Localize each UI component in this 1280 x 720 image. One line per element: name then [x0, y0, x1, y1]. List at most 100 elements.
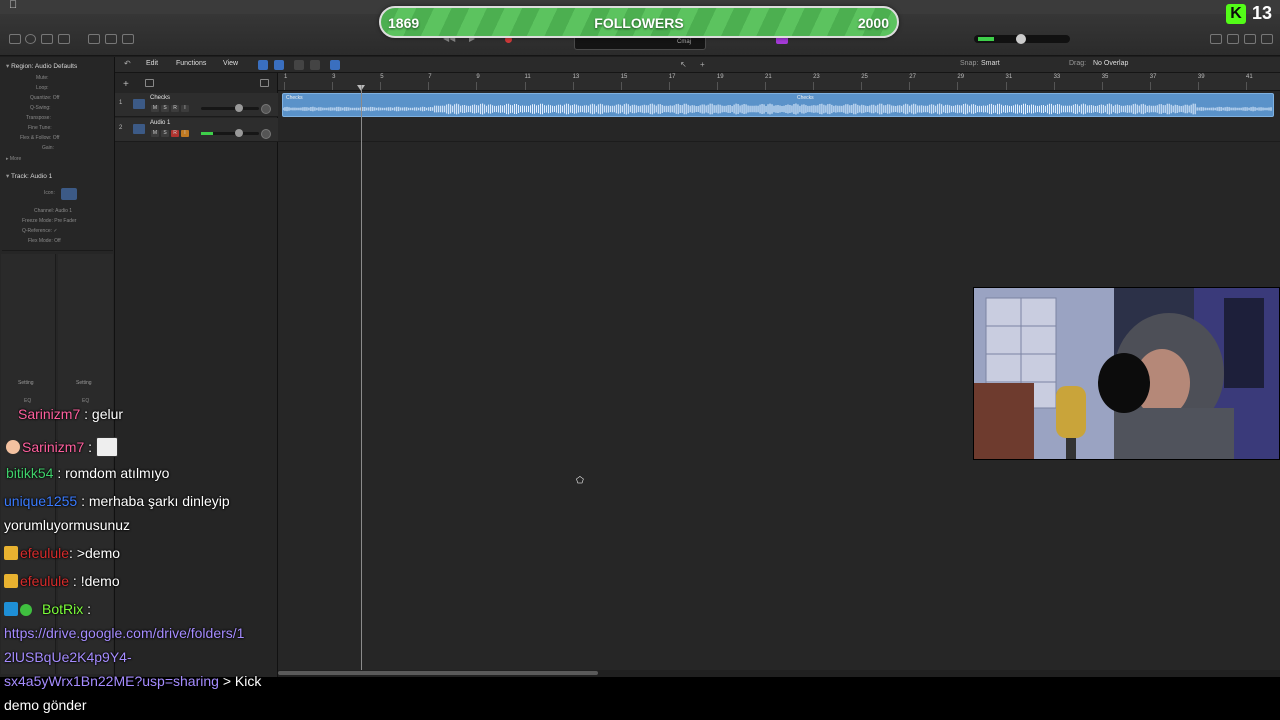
- toolbar-button[interactable]: [41, 34, 53, 44]
- drag-select[interactable]: No Overlap: [1093, 60, 1128, 67]
- master-volume-slider[interactable]: [974, 34, 1070, 44]
- track-lane-audio1[interactable]: [278, 118, 1280, 142]
- avatar-badge-icon: [6, 440, 20, 454]
- bar-tick: [668, 82, 670, 90]
- mixer-button[interactable]: [88, 34, 100, 44]
- list-editors-right-button[interactable]: [1210, 34, 1222, 44]
- chat-username: bitikk54: [6, 465, 54, 481]
- emote-icon: [95, 437, 118, 457]
- automation-icon[interactable]: [294, 60, 304, 70]
- chat-username: efeulule: [20, 545, 70, 561]
- region-label: Checks: [797, 95, 814, 101]
- solo-button[interactable]: S: [161, 130, 169, 137]
- setting-button-left[interactable]: Setting: [18, 380, 34, 386]
- bar-number: 5: [380, 74, 384, 80]
- more-disclosure[interactable]: ▸ More: [6, 156, 21, 162]
- pan-knob[interactable]: [261, 129, 271, 139]
- playhead[interactable]: [361, 85, 362, 670]
- pointer-tool-icon[interactable]: ↖: [680, 60, 687, 69]
- region-param[interactable]: Quantize: Off: [30, 95, 59, 101]
- track-header[interactable]: 2 Audio 1 M S R I: [115, 118, 278, 142]
- bar-number: 19: [716, 74, 724, 80]
- track-header[interactable]: 1 Checks M S R I: [115, 93, 278, 117]
- region-param[interactable]: Gain:: [42, 145, 54, 151]
- audio-region[interactable]: Checks Checks: [282, 93, 1274, 117]
- chat-link[interactable]: 2lUSBqUe2K4p9Y4-: [4, 649, 132, 665]
- region-param[interactable]: Fine Tune:: [28, 125, 52, 131]
- library-button[interactable]: [9, 34, 21, 44]
- pencil-tool-icon[interactable]: +: [700, 60, 705, 69]
- tracks-area-toolbar: ↶ Edit Functions View Snap: Smart Drag: …: [115, 57, 1280, 73]
- catch-playhead-icon[interactable]: [330, 60, 340, 70]
- chat-message-continued: demo gönder: [4, 697, 87, 713]
- followers-title: FOLLOWERS: [594, 15, 684, 31]
- master-volume-knob[interactable]: [1016, 34, 1026, 44]
- editors-button[interactable]: [105, 34, 117, 44]
- track-param[interactable]: Q-Reference: ✓: [22, 228, 58, 234]
- mute-button[interactable]: M: [151, 130, 159, 137]
- region-param[interactable]: Flex & Follow: Off: [20, 135, 59, 141]
- track-icon[interactable]: [61, 188, 77, 200]
- region-inspector-header[interactable]: ▾ Region: Audio Defaults: [6, 62, 77, 70]
- bar-tick: [284, 82, 285, 90]
- edit-menu[interactable]: Edit: [146, 60, 158, 67]
- eq-button-right[interactable]: EQ: [82, 398, 89, 404]
- horizontal-scrollbar[interactable]: [278, 670, 1280, 677]
- bar-tick: [524, 82, 526, 90]
- region-param[interactable]: Q-Swing:: [30, 105, 51, 111]
- track-name[interactable]: Checks: [150, 95, 170, 101]
- smart-controls-button[interactable]: [58, 34, 70, 44]
- input-monitor-button[interactable]: I: [181, 130, 189, 137]
- pan-knob[interactable]: [261, 104, 271, 114]
- mute-button[interactable]: M: [151, 105, 159, 112]
- track-volume-slider[interactable]: [201, 104, 259, 112]
- help-button[interactable]: [25, 34, 36, 44]
- chat-text: merhaba şarkı dinleyip: [88, 493, 230, 509]
- chat-username: unique1255: [4, 493, 78, 509]
- chat-username: BotRix: [42, 601, 84, 617]
- grid-view-icon[interactable]: [258, 60, 268, 70]
- track-param[interactable]: Channel: Audio 1: [34, 208, 72, 214]
- view-menu[interactable]: View: [223, 60, 238, 67]
- region-param[interactable]: Loop:: [36, 85, 49, 91]
- list-view-icon[interactable]: [274, 60, 284, 70]
- loop-browser-button[interactable]: [1244, 34, 1256, 44]
- bar-number: 37: [1149, 74, 1157, 80]
- bar-number: 3: [332, 74, 336, 80]
- chat-link[interactable]: sx4a5yWrx1Bn22ME?usp=sharing: [4, 673, 219, 689]
- chat-text: demo gönder: [4, 697, 87, 713]
- record-enable-button[interactable]: R: [171, 105, 179, 112]
- chat-link[interactable]: https://drive.google.com/drive/folders/1: [4, 625, 244, 641]
- snap-select[interactable]: Smart: [981, 60, 1000, 67]
- track-volume-slider[interactable]: [201, 129, 259, 137]
- list-editors-button[interactable]: [122, 34, 134, 44]
- pointer-cursor-icon: ⬠: [576, 475, 584, 485]
- track-param[interactable]: Freeze Mode: Pre Fader: [22, 218, 76, 224]
- volume-knob[interactable]: [235, 129, 243, 137]
- track-name[interactable]: Audio 1: [150, 120, 170, 126]
- browser-button[interactable]: [1261, 34, 1273, 44]
- track-inspector-header[interactable]: ▾ Track: Audio 1: [6, 172, 52, 180]
- track-param[interactable]: Flex Mode: Off: [28, 238, 61, 244]
- chat-username: Sarinizm7: [18, 406, 81, 422]
- back-arrow-icon[interactable]: ↶: [124, 59, 131, 68]
- input-monitor-button[interactable]: I: [181, 105, 189, 112]
- apple-icon[interactable]: : [9, 0, 17, 11]
- region-param[interactable]: Mute:: [36, 75, 49, 81]
- add-track-button[interactable]: +: [123, 79, 129, 90]
- bar-ruler[interactable]: 1 3 5 7 9 11 13 15 17 19 21 23 25 27 29 31 33 35 37 39 41: [278, 73, 1280, 91]
- global-tracks-icon[interactable]: [260, 79, 269, 87]
- functions-menu[interactable]: Functions: [176, 60, 206, 67]
- bar-tick: [1053, 82, 1055, 90]
- eq-button-left[interactable]: EQ: [24, 398, 31, 404]
- notepad-button[interactable]: [1227, 34, 1239, 44]
- bar-tick: [1149, 82, 1151, 90]
- region-param[interactable]: Transpose:: [26, 115, 51, 121]
- record-enable-button[interactable]: R: [171, 130, 179, 137]
- volume-knob[interactable]: [235, 104, 243, 112]
- flex-icon[interactable]: [310, 60, 320, 70]
- setting-button-right[interactable]: Setting: [76, 380, 92, 386]
- scrollbar-thumb[interactable]: [278, 671, 598, 675]
- track-folder-icon[interactable]: [145, 79, 154, 87]
- solo-button[interactable]: S: [161, 105, 169, 112]
